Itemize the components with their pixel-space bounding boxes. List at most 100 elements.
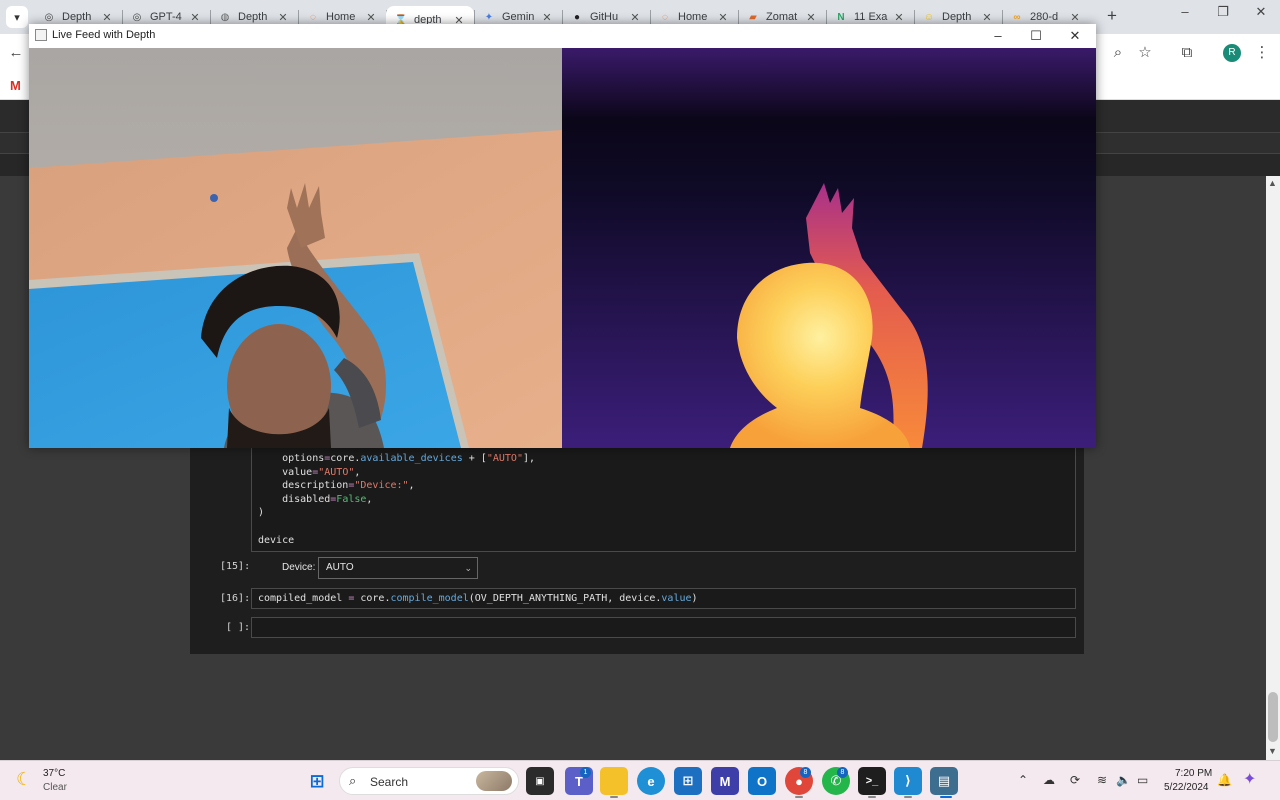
tab-close-icon[interactable]: ✕ [980,11,994,24]
bookmark-star-icon[interactable]: ☆ [1135,43,1155,63]
tab-close-icon[interactable]: ✕ [804,11,818,24]
profile-avatar[interactable]: R [1223,44,1241,62]
scroll-down-icon[interactable]: ▼ [1268,746,1277,756]
cell16-code: compiled_model = core.compile_model(OV_D… [258,593,698,604]
live-feed-title: Live Feed with Depth [52,29,156,41]
task-view-icon[interactable]: ▣ [526,767,554,795]
code-token: "AUTO" [318,466,355,478]
running-indicator [868,796,876,798]
windows-start-icon[interactable]: ⊞ [303,767,331,795]
clock-date[interactable]: 5/22/2024 [1164,782,1209,793]
vscode-icon[interactable]: ⟩ [894,767,922,795]
clock-time[interactable]: 7:20 PM [1175,768,1212,779]
browser-restore-icon[interactable]: ❐ [1203,4,1243,20]
globe-icon: ◍ [220,11,230,23]
weather-moon-icon[interactable]: ☾ [16,769,32,790]
browser-menu-icon[interactable]: ⋮ [1252,43,1272,63]
cell-prompt-16: [16]: [220,593,251,604]
code-token: description [282,480,349,492]
browser-minimize-icon[interactable]: – [1165,4,1205,19]
running-indicator [904,796,912,798]
back-arrow-icon[interactable]: ← [6,43,26,63]
file-explorer-icon[interactable] [600,767,628,795]
code-line: disabled=False, [258,494,372,505]
tab-close-icon[interactable]: ✕ [716,11,730,24]
wifi-icon[interactable]: ≋ [1097,773,1107,787]
new-tab-plus-icon[interactable]: + [1101,6,1123,28]
microsoft-store-icon[interactable]: ⊞ [674,767,702,795]
chevron-down-icon: ⌄ [464,563,472,573]
tab-label: GPT-4 [150,11,182,23]
scroll-thumb[interactable] [1268,692,1278,742]
code-token: device [258,534,295,546]
tab-close-icon[interactable]: ✕ [628,11,642,24]
search-icon: ⌕ [349,773,357,788]
zoom-icon[interactable]: ⌕ [1108,43,1128,63]
browser-close-icon[interactable]: ✕ [1241,4,1280,20]
active-indicator [940,796,952,798]
device-dropdown[interactable]: AUTO ⌄ [318,557,478,579]
close-icon[interactable]: ✕ [1056,25,1094,47]
code-cell-device-widget[interactable]: options=core.available_devices + ["AUTO"… [251,440,1076,552]
n-icon: N [837,11,845,23]
tab-label: 11 Exa [854,11,888,23]
running-indicator [795,796,803,798]
zomato-icon: ▰ [749,11,757,23]
openai-icon: ◎ [132,11,142,23]
tab-close-icon[interactable]: ✕ [540,11,554,24]
code-token: , [354,466,361,478]
tab-close-icon[interactable]: ✕ [364,11,378,24]
outlook-icon[interactable]: O [748,767,776,795]
terminal-icon[interactable]: >_ [858,767,886,795]
code-cell-compile-model[interactable]: compiled_model = core.compile_model(OV_D… [251,588,1076,609]
tab-close-icon[interactable]: ✕ [188,11,202,24]
tab-search-chevron-icon[interactable]: ▾ [6,6,28,28]
tab-label: Home [326,11,356,23]
code-token: available_devices [360,453,463,464]
sync-icon[interactable]: ⟳ [1070,773,1080,787]
code-token: disabled [282,493,331,505]
code-token: ) [258,507,265,519]
extensions-icon[interactable]: ⧉ [1177,43,1197,63]
tab-label: Gemin [502,11,535,23]
code-token: "AUTO" [486,453,523,464]
taskbar-search-box[interactable]: ⌕ Search [339,767,519,795]
tab-close-icon[interactable]: ✕ [100,11,114,24]
chevron-up-icon[interactable]: ⌃ [1018,773,1028,787]
copilot-icon[interactable]: ✦ [1243,769,1256,789]
minimize-icon[interactable]: – [979,25,1017,47]
tab-close-icon[interactable]: ✕ [1068,11,1082,24]
volume-icon[interactable]: 🔈 [1116,773,1131,787]
gmail-icon[interactable]: M [10,78,21,93]
maximize-icon[interactable]: ☐ [1017,25,1055,47]
tab-close-icon[interactable]: ✕ [276,11,290,24]
code-token: + [ [462,453,487,464]
jupyter-icon: ◌ [662,11,668,23]
code-token: options [282,453,325,464]
page-scrollbar[interactable] [1266,176,1280,760]
tab-close-icon[interactable]: ✕ [892,11,906,24]
scroll-up-icon[interactable]: ▲ [1268,178,1277,188]
weather-condition[interactable]: Clear [43,782,67,793]
windows-taskbar: ☾ 37°C Clear ⊞ ⌕ Search ▣ T 1 e ⊞ M O ● … [0,760,1280,800]
onedrive-icon[interactable]: ☁ [1043,773,1055,787]
app-window-icon [35,29,47,41]
tab-label: GitHu [590,11,619,23]
weather-temperature[interactable]: 37°C [43,768,65,779]
code-line: device [258,535,294,546]
gemini-icon: ✦ [484,11,494,23]
tab-label: 280-d [1030,11,1059,23]
code-cell-empty[interactable] [251,617,1076,638]
python-window-icon[interactable]: ▤ [930,767,958,795]
github-icon: ● [573,11,581,23]
battery-icon[interactable]: ▭ [1137,773,1148,787]
code-token: "Device:" [354,480,409,492]
edge-icon[interactable]: e [637,767,665,795]
notification-bell-icon[interactable]: 🔔 [1217,773,1232,787]
power-automate-icon[interactable]: M [711,767,739,795]
code-token: False [336,493,367,505]
tab-label: Depth [238,11,268,23]
device-dropdown-value: AUTO [326,562,354,573]
code-line: description="Device:", [258,480,414,492]
live-feed-titlebar[interactable]: Live Feed with Depth – ☐ ✕ [29,24,1096,48]
